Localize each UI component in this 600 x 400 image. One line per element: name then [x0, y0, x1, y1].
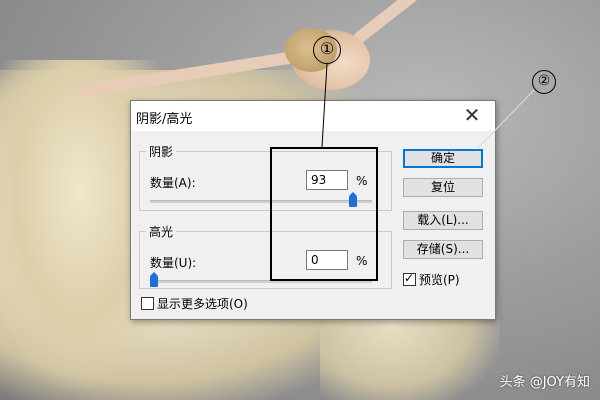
save-button[interactable]: 存储(S)...	[403, 240, 483, 259]
reset-button[interactable]: 复位	[403, 178, 483, 197]
annotation-marker-2: ②	[532, 70, 556, 94]
dancer-arm-raised	[351, 0, 446, 46]
annotation-marker-1: ①	[313, 36, 341, 64]
more-options-option[interactable]: 显示更多选项(O)	[141, 295, 248, 312]
more-options-checkbox[interactable]	[141, 297, 154, 310]
shadow-legend: 阴影	[149, 145, 174, 159]
preview-option[interactable]: 预览(P)	[403, 271, 460, 288]
dialog-titlebar[interactable]: 阴影/高光 ✕	[131, 101, 495, 131]
shadow-amount-label: 数量(A):	[150, 176, 196, 190]
preview-label: 预览(P)	[419, 273, 460, 287]
dialog-title: 阴影/高光	[136, 112, 193, 127]
preview-checkbox[interactable]	[403, 271, 416, 286]
ok-button[interactable]: 确定	[403, 149, 483, 168]
highlight-slider-thumb[interactable]	[150, 272, 158, 287]
load-button[interactable]: 载入(L)...	[403, 211, 483, 230]
watermark-text: 头条 @JOY有知	[499, 375, 590, 390]
highlight-amount-label: 数量(U):	[150, 256, 197, 270]
background-photo: 阴影/高光 ✕ 阴影 数量(A): % 高光 数量(U): % 确定 复位 载入…	[0, 0, 600, 400]
annotation-highlight-box	[270, 147, 378, 281]
highlight-legend: 高光	[149, 225, 174, 239]
close-icon[interactable]: ✕	[457, 104, 487, 128]
more-options-label: 显示更多选项(O)	[157, 297, 248, 311]
